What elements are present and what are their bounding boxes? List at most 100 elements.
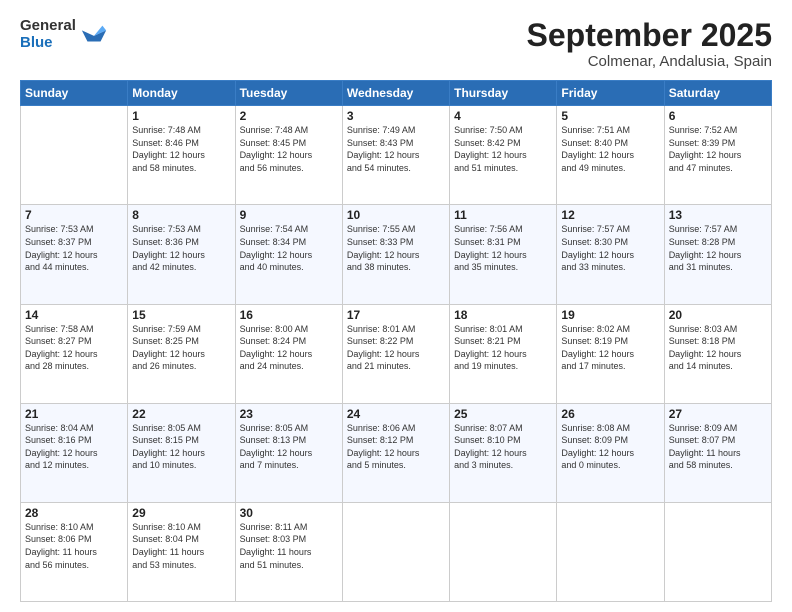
day-info: Sunrise: 8:10 AM Sunset: 8:04 PM Dayligh… <box>132 521 230 571</box>
day-info: Sunrise: 8:09 AM Sunset: 8:07 PM Dayligh… <box>669 422 767 472</box>
logo-general: General <box>20 18 76 35</box>
day-number: 6 <box>669 109 767 123</box>
day-info: Sunrise: 8:00 AM Sunset: 8:24 PM Dayligh… <box>240 323 338 373</box>
table-row: 18Sunrise: 8:01 AM Sunset: 8:21 PM Dayli… <box>450 304 557 403</box>
day-number: 23 <box>240 407 338 421</box>
table-row: 2Sunrise: 7:48 AM Sunset: 8:45 PM Daylig… <box>235 106 342 205</box>
table-row: 22Sunrise: 8:05 AM Sunset: 8:15 PM Dayli… <box>128 403 235 502</box>
day-number: 28 <box>25 506 123 520</box>
day-info: Sunrise: 8:02 AM Sunset: 8:19 PM Dayligh… <box>561 323 659 373</box>
table-row: 7Sunrise: 7:53 AM Sunset: 8:37 PM Daylig… <box>21 205 128 304</box>
day-number: 11 <box>454 208 552 222</box>
table-row: 28Sunrise: 8:10 AM Sunset: 8:06 PM Dayli… <box>21 502 128 601</box>
day-number: 14 <box>25 308 123 322</box>
col-monday: Monday <box>128 81 235 106</box>
day-info: Sunrise: 7:51 AM Sunset: 8:40 PM Dayligh… <box>561 124 659 174</box>
day-number: 13 <box>669 208 767 222</box>
col-sunday: Sunday <box>21 81 128 106</box>
table-row: 14Sunrise: 7:58 AM Sunset: 8:27 PM Dayli… <box>21 304 128 403</box>
day-number: 12 <box>561 208 659 222</box>
table-row: 5Sunrise: 7:51 AM Sunset: 8:40 PM Daylig… <box>557 106 664 205</box>
day-number: 2 <box>240 109 338 123</box>
day-number: 15 <box>132 308 230 322</box>
table-row: 16Sunrise: 8:00 AM Sunset: 8:24 PM Dayli… <box>235 304 342 403</box>
day-info: Sunrise: 8:03 AM Sunset: 8:18 PM Dayligh… <box>669 323 767 373</box>
day-info: Sunrise: 7:55 AM Sunset: 8:33 PM Dayligh… <box>347 223 445 273</box>
table-row: 10Sunrise: 7:55 AM Sunset: 8:33 PM Dayli… <box>342 205 449 304</box>
table-row <box>450 502 557 601</box>
day-number: 29 <box>132 506 230 520</box>
table-row: 9Sunrise: 7:54 AM Sunset: 8:34 PM Daylig… <box>235 205 342 304</box>
day-number: 27 <box>669 407 767 421</box>
day-number: 7 <box>25 208 123 222</box>
day-number: 24 <box>347 407 445 421</box>
table-row: 29Sunrise: 8:10 AM Sunset: 8:04 PM Dayli… <box>128 502 235 601</box>
table-row <box>664 502 771 601</box>
logo: General Blue <box>20 18 108 51</box>
day-info: Sunrise: 7:57 AM Sunset: 8:28 PM Dayligh… <box>669 223 767 273</box>
day-info: Sunrise: 7:54 AM Sunset: 8:34 PM Dayligh… <box>240 223 338 273</box>
day-number: 20 <box>669 308 767 322</box>
table-row: 12Sunrise: 7:57 AM Sunset: 8:30 PM Dayli… <box>557 205 664 304</box>
day-number: 1 <box>132 109 230 123</box>
day-info: Sunrise: 8:06 AM Sunset: 8:12 PM Dayligh… <box>347 422 445 472</box>
title-block: September 2025 Colmenar, Andalusia, Spai… <box>527 18 772 70</box>
day-info: Sunrise: 7:58 AM Sunset: 8:27 PM Dayligh… <box>25 323 123 373</box>
day-info: Sunrise: 7:57 AM Sunset: 8:30 PM Dayligh… <box>561 223 659 273</box>
day-number: 17 <box>347 308 445 322</box>
table-row: 20Sunrise: 8:03 AM Sunset: 8:18 PM Dayli… <box>664 304 771 403</box>
logo-blue: Blue <box>20 35 76 52</box>
day-number: 22 <box>132 407 230 421</box>
subtitle: Colmenar, Andalusia, Spain <box>527 53 772 70</box>
day-number: 5 <box>561 109 659 123</box>
day-number: 3 <box>347 109 445 123</box>
table-row: 25Sunrise: 8:07 AM Sunset: 8:10 PM Dayli… <box>450 403 557 502</box>
day-number: 26 <box>561 407 659 421</box>
table-row: 8Sunrise: 7:53 AM Sunset: 8:36 PM Daylig… <box>128 205 235 304</box>
main-title: September 2025 <box>527 18 772 53</box>
day-number: 30 <box>240 506 338 520</box>
table-row: 11Sunrise: 7:56 AM Sunset: 8:31 PM Dayli… <box>450 205 557 304</box>
calendar-table: Sunday Monday Tuesday Wednesday Thursday… <box>20 80 772 602</box>
page: General Blue September 2025 Colmenar, An… <box>0 0 792 612</box>
table-row: 21Sunrise: 8:04 AM Sunset: 8:16 PM Dayli… <box>21 403 128 502</box>
header: General Blue September 2025 Colmenar, An… <box>20 18 772 70</box>
day-info: Sunrise: 8:10 AM Sunset: 8:06 PM Dayligh… <box>25 521 123 571</box>
day-number: 16 <box>240 308 338 322</box>
table-row <box>342 502 449 601</box>
day-info: Sunrise: 8:01 AM Sunset: 8:22 PM Dayligh… <box>347 323 445 373</box>
day-info: Sunrise: 8:11 AM Sunset: 8:03 PM Dayligh… <box>240 521 338 571</box>
day-info: Sunrise: 7:50 AM Sunset: 8:42 PM Dayligh… <box>454 124 552 174</box>
table-row: 24Sunrise: 8:06 AM Sunset: 8:12 PM Dayli… <box>342 403 449 502</box>
day-number: 21 <box>25 407 123 421</box>
table-row: 26Sunrise: 8:08 AM Sunset: 8:09 PM Dayli… <box>557 403 664 502</box>
table-row <box>557 502 664 601</box>
day-number: 9 <box>240 208 338 222</box>
table-row <box>21 106 128 205</box>
table-row: 3Sunrise: 7:49 AM Sunset: 8:43 PM Daylig… <box>342 106 449 205</box>
day-info: Sunrise: 7:48 AM Sunset: 8:45 PM Dayligh… <box>240 124 338 174</box>
logo-icon <box>80 21 108 49</box>
day-number: 4 <box>454 109 552 123</box>
day-info: Sunrise: 7:52 AM Sunset: 8:39 PM Dayligh… <box>669 124 767 174</box>
day-info: Sunrise: 7:48 AM Sunset: 8:46 PM Dayligh… <box>132 124 230 174</box>
table-row: 19Sunrise: 8:02 AM Sunset: 8:19 PM Dayli… <box>557 304 664 403</box>
day-info: Sunrise: 8:07 AM Sunset: 8:10 PM Dayligh… <box>454 422 552 472</box>
col-tuesday: Tuesday <box>235 81 342 106</box>
day-info: Sunrise: 7:53 AM Sunset: 8:37 PM Dayligh… <box>25 223 123 273</box>
day-info: Sunrise: 7:59 AM Sunset: 8:25 PM Dayligh… <box>132 323 230 373</box>
table-row: 30Sunrise: 8:11 AM Sunset: 8:03 PM Dayli… <box>235 502 342 601</box>
table-row: 4Sunrise: 7:50 AM Sunset: 8:42 PM Daylig… <box>450 106 557 205</box>
day-info: Sunrise: 8:05 AM Sunset: 8:15 PM Dayligh… <box>132 422 230 472</box>
col-friday: Friday <box>557 81 664 106</box>
col-wednesday: Wednesday <box>342 81 449 106</box>
col-thursday: Thursday <box>450 81 557 106</box>
table-row: 6Sunrise: 7:52 AM Sunset: 8:39 PM Daylig… <box>664 106 771 205</box>
day-info: Sunrise: 8:08 AM Sunset: 8:09 PM Dayligh… <box>561 422 659 472</box>
day-number: 19 <box>561 308 659 322</box>
day-info: Sunrise: 8:04 AM Sunset: 8:16 PM Dayligh… <box>25 422 123 472</box>
table-row: 1Sunrise: 7:48 AM Sunset: 8:46 PM Daylig… <box>128 106 235 205</box>
day-info: Sunrise: 7:53 AM Sunset: 8:36 PM Dayligh… <box>132 223 230 273</box>
table-row: 13Sunrise: 7:57 AM Sunset: 8:28 PM Dayli… <box>664 205 771 304</box>
table-row: 23Sunrise: 8:05 AM Sunset: 8:13 PM Dayli… <box>235 403 342 502</box>
